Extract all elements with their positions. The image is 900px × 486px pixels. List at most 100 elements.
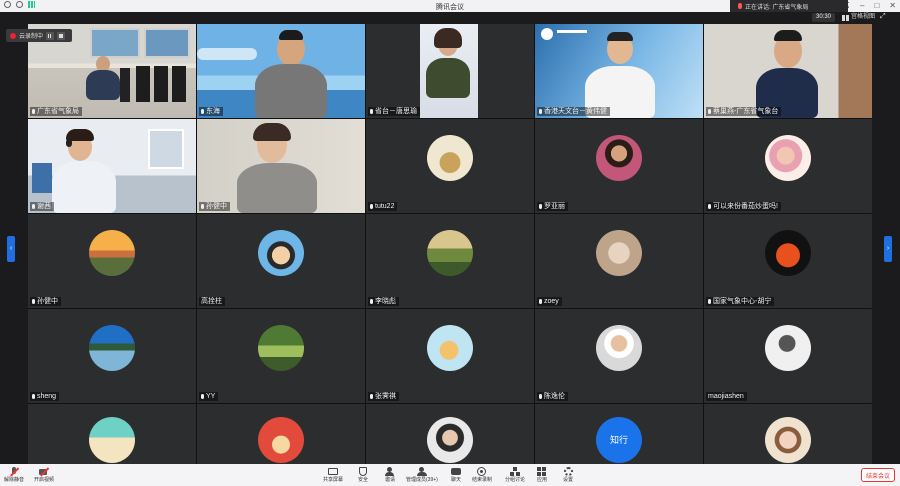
participant-tile[interactable]: 知行 [535,404,703,466]
close-icon[interactable]: ✕ [889,1,896,10]
participant-name: sheng [37,393,57,400]
participant-tile[interactable] [704,404,872,466]
participant-name: tutu22 [375,203,395,210]
settings-button[interactable]: 设置 [563,467,573,483]
members-icon [416,467,427,476]
participant-name: maojiashen [708,393,744,400]
speaking-label: 正在讲话: 广东省气象局 [745,4,809,11]
participant-tile[interactable] [28,404,196,466]
avatar [89,416,135,463]
participant-tile[interactable]: 香港天文台－黄伟健 [535,24,703,118]
record-icon [477,467,487,476]
avatar [596,135,642,182]
participant-tile[interactable] [197,404,365,466]
participant-name: 孙健中 [206,203,227,210]
bottom-toolbar: 解除静音 开启视频 共享屏幕 安全 邀请 管理成员(39+) 聊天 结束录制 分… [0,464,900,486]
participant-tile[interactable]: 省台－唐思瑜 [366,24,534,118]
fullscreen-icon[interactable]: ⤢ [880,13,886,21]
participant-name: 罗亚丽 [544,203,565,210]
breakout-icon [510,467,520,476]
participant-tile[interactable]: 孙健中 [28,214,196,308]
avatar [596,325,642,372]
avatar [765,135,811,182]
participant-name: 东海 [206,108,220,115]
participant-tile[interactable]: 张霁祺 [366,309,534,403]
pause-recording-button[interactable] [46,31,55,40]
participant-tile[interactable]: 李晓彪 [366,214,534,308]
avatar: 知行 [596,416,642,463]
participant-name: 国家气象中心-胡宁 [713,298,772,305]
mic-icon [201,394,204,399]
next-page-button[interactable]: › [884,236,892,262]
end-meeting-button[interactable]: 结束会议 [861,468,895,482]
record-dot-icon [10,32,16,39]
minimize-icon[interactable]: – [860,1,864,10]
start-video-label: 开启视频 [34,477,55,483]
mic-icon [708,109,711,114]
mic-icon [32,204,35,209]
maximize-icon[interactable]: □ [874,1,879,10]
participant-grid: 广东省气象局 东海 省台－唐思瑜 香港天文台－黄伟健 蔡巢燕-广东省气象台 谢茜… [28,24,872,466]
avatar [427,416,473,463]
apps-button[interactable]: 应用 [537,467,547,483]
camera-off-icon [39,467,49,477]
mic-icon [32,109,35,114]
share-screen-icon [328,467,338,476]
breakout-rooms-button[interactable]: 分组讨论 [505,467,525,483]
participant-tile[interactable]: 蔡巢燕-广东省气象台 [704,24,872,118]
speaking-indicator: 正在讲话: 广东省气象局 [730,0,848,12]
participant-name: 李晓彪 [375,298,396,305]
participant-name: 张霁祺 [375,393,396,400]
participant-name: 省台－唐思瑜 [375,108,417,115]
participant-tile[interactable]: YY [197,309,365,403]
start-video-button[interactable]: 开启视频 [34,467,54,483]
participant-tile[interactable]: 高拴柱 [197,214,365,308]
participant-tile[interactable]: tutu22 [366,119,534,213]
prev-page-button[interactable]: ‹ [7,236,15,262]
avatar [596,230,642,277]
top-bar [0,12,900,24]
participant-tile[interactable]: 谢茜 [28,119,196,213]
participant-tile[interactable]: maojiashen [704,309,872,403]
mic-icon [370,109,373,114]
grid-icon [842,14,849,21]
participant-tile[interactable]: 孙健中 [197,119,365,213]
participant-tile[interactable]: 可以来份番茄炒蛋吗! [704,119,872,213]
chat-icon [451,467,461,476]
recording-indicator: 云录制中 [6,29,72,42]
gallery-view-button[interactable]: 宫格视图 [842,13,875,22]
gallery-view-label: 宫格视图 [851,14,876,20]
avatar [765,416,811,463]
meeting-timer: 30:30 [812,13,836,22]
invite-label: 邀请 [385,477,396,483]
invite-button[interactable]: 邀请 [385,467,395,483]
participant-tile[interactable] [366,404,534,466]
mic-icon [201,109,204,114]
manage-members-button[interactable]: 管理成员(39+) [406,467,438,483]
participant-name: 香港天文台－黄伟健 [544,108,607,115]
stop-recording-button[interactable] [57,31,66,40]
unmute-button[interactable]: 解除静音 [4,467,24,483]
share-screen-button[interactable]: 共享屏幕 [323,467,343,483]
avatar [427,135,473,182]
mic-icon [539,204,542,209]
participant-tile[interactable]: 罗亚丽 [535,119,703,213]
mic-icon [539,109,542,114]
participant-tile[interactable]: zoey [535,214,703,308]
participant-tile[interactable]: 陈逸伦 [535,309,703,403]
end-recording-button[interactable]: 结束录制 [472,467,492,483]
manage-members-label: 管理成员(39+) [406,477,438,483]
avatar [258,230,304,277]
security-button[interactable]: 安全 [358,467,368,483]
participant-tile[interactable]: sheng [28,309,196,403]
participant-name: 高拴柱 [201,298,222,305]
avatar [427,325,473,372]
mic-icon [738,3,742,9]
chat-button[interactable]: 聊天 [451,467,461,483]
participant-tile[interactable]: 东海 [197,24,365,118]
avatar [427,230,473,277]
mic-muted-icon [9,467,19,477]
participant-tile[interactable]: 国家气象中心-胡宁 [704,214,872,308]
participant-name: 蔡巢燕-广东省气象台 [713,108,779,115]
unmute-label: 解除静音 [4,477,25,483]
